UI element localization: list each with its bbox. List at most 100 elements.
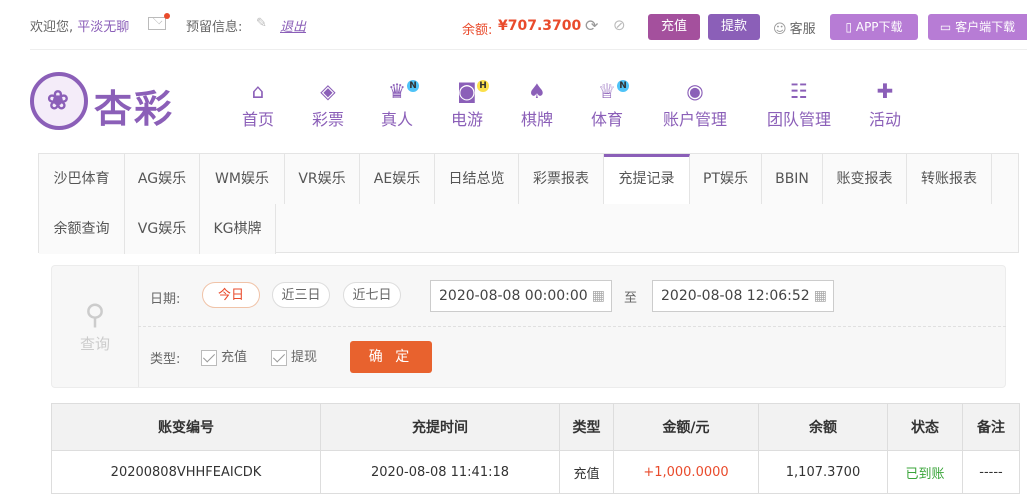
app-download-label: APP下载 — [855, 20, 903, 34]
start-date-value: 2020-08-08 00:00:00 — [439, 288, 588, 304]
refresh-icon[interactable]: ⟳ — [585, 16, 598, 35]
range-7days-button[interactable]: 近七日 — [343, 282, 401, 308]
nav-badge: H — [477, 80, 489, 92]
type-deposit-label: 充值 — [221, 350, 248, 365]
record-amount: +1,000.0000 — [613, 450, 759, 494]
report-tab[interactable]: WM娱乐 — [200, 154, 285, 204]
start-date-input[interactable]: 2020-08-08 00:00:00 ▦ — [430, 280, 612, 312]
report-tab[interactable]: AE娱乐 — [360, 154, 435, 204]
end-date-value: 2020-08-08 12:06:52 — [661, 288, 810, 304]
nav-badge: N — [617, 80, 629, 92]
monitor-icon: ▭ — [939, 20, 956, 34]
checkbox-box[interactable] — [201, 349, 217, 366]
nav-label: 电游 — [450, 110, 483, 129]
col-header: 金额/元 — [613, 403, 759, 451]
nav-label: 活动 — [868, 110, 901, 129]
range-3days-button[interactable]: 近三日 — [272, 282, 330, 308]
end-date-input[interactable]: 2020-08-08 12:06:52 ▦ — [652, 280, 834, 312]
type-withdraw-checkbox[interactable]: 提现 — [271, 346, 317, 366]
col-header: 充提时间 — [320, 403, 560, 451]
type-label: 类型: — [150, 352, 181, 367]
client-download-label: 客户端下载 — [955, 20, 1016, 34]
report-tab[interactable]: 彩票报表 — [519, 154, 604, 204]
headset-icon: ☺ — [773, 22, 787, 37]
nav-item[interactable]: ✚ 活动 — [867, 78, 903, 130]
records-table: 账变编号 充提时间 类型 金额/元 余额 状态 备注 20200808VHHFE… — [51, 403, 1020, 494]
record-id: 20200808VHHFEAICDK — [51, 450, 321, 494]
home-icon: ⌂ — [251, 79, 265, 103]
nav-label: 团队管理 — [766, 110, 831, 129]
col-header: 余额 — [758, 403, 888, 451]
report-tab[interactable]: 日结总览 — [435, 154, 519, 204]
range-today-button[interactable]: 今日 — [202, 282, 260, 308]
nav-item[interactable]: ◙ H 电游 — [449, 78, 489, 130]
withdraw-button[interactable]: 提款 — [708, 14, 760, 40]
row-separator — [138, 326, 1006, 327]
username-link[interactable]: 平淡无聊 — [77, 20, 129, 35]
checkbox-box[interactable] — [271, 349, 287, 366]
report-tabs: 沙巴体育 AG娱乐 WM娱乐 VR娱乐 AE娱乐 日结总览 彩票报表 充提记录 PT娱乐 BBIN… — [38, 153, 1019, 254]
app-download-button[interactable]: ▯ APP下载 — [830, 14, 918, 40]
nav-item[interactable]: ♛ N 真人 — [379, 78, 419, 130]
report-tab[interactable]: BBIN — [762, 154, 823, 204]
record-remark: ----- — [962, 450, 1020, 494]
reserve-info-label: 预留信息: — [186, 20, 243, 35]
nav-badge: N — [407, 80, 419, 92]
welcome-text: 欢迎您, 平淡无聊 — [30, 16, 129, 35]
col-header: 状态 — [887, 403, 963, 451]
table-row: 20200808VHHFEAICDK 2020-08-08 11:41:18 充… — [51, 450, 1020, 494]
edit-icon[interactable]: ✎ — [256, 16, 267, 31]
filter-panel: ⚲ 查询 日期: 今日 近三日 近七日 2020-08-08 00:00:00 … — [51, 265, 1006, 388]
report-tab[interactable]: 账变报表 — [823, 154, 907, 204]
record-balance: 1,107.3700 — [758, 450, 888, 494]
account-icon: ◉ — [686, 79, 704, 103]
search-icon: ⚲ — [84, 298, 106, 331]
to-label: 至 — [624, 291, 638, 306]
customer-service-label: 客服 — [789, 22, 816, 37]
deposit-button[interactable]: 充值 — [648, 14, 700, 40]
date-label: 日期: — [150, 292, 181, 307]
nav-item[interactable]: ◈ 彩票 — [310, 78, 346, 130]
nav-label: 棋牌 — [520, 110, 553, 129]
phone-icon: ▯ — [845, 20, 856, 34]
nav-item[interactable]: ♕ N 体育 — [589, 78, 629, 130]
client-download-button[interactable]: ▭ 客户端下载 — [928, 14, 1027, 40]
hide-balance-icon[interactable]: ⊘ — [613, 16, 626, 34]
calendar-icon[interactable]: ▦ — [814, 281, 827, 311]
customer-service-link[interactable]: ☺ 客服 — [773, 18, 816, 37]
report-tab[interactable]: AG娱乐 — [125, 154, 200, 204]
type-deposit-checkbox[interactable]: 充值 — [201, 346, 247, 366]
report-tab[interactable]: 余额查询 — [39, 204, 125, 254]
type-withdraw-label: 提现 — [291, 350, 318, 365]
nav-item[interactable]: ♠ 棋牌 — [519, 78, 555, 130]
report-tab[interactable]: 转账报表 — [907, 154, 992, 204]
lottery-icon: ◈ — [320, 79, 336, 103]
nav-label: 首页 — [241, 110, 274, 129]
balance-value: ¥707.3700 — [498, 18, 582, 34]
mail-icon[interactable] — [148, 13, 170, 30]
welcome-label: 欢迎您, — [30, 20, 74, 35]
site-logo[interactable]: ❀ 杏彩 — [30, 72, 180, 134]
top-bar: 欢迎您, 平淡无聊 预留信息: ✎ 退出 余额: ¥707.3700 ⟳ ⊘ 充… — [0, 0, 1027, 50]
confirm-button[interactable]: 确 定 — [350, 341, 432, 373]
nav-item[interactable]: ◉ 账户管理 — [660, 78, 730, 130]
nav-item[interactable]: ⌂ 首页 — [240, 78, 276, 130]
nav-label: 彩票 — [311, 110, 344, 129]
col-header: 类型 — [559, 403, 614, 451]
nav-item[interactable]: ☷ 团队管理 — [764, 78, 834, 130]
logout-link[interactable]: 退出 — [280, 16, 306, 35]
query-section: ⚲ 查询 — [52, 266, 139, 387]
report-tab[interactable]: 沙巴体育 — [39, 154, 125, 204]
cards-icon: ♠ — [528, 79, 546, 103]
table-header-row: 账变编号 充提时间 类型 金额/元 余额 状态 备注 — [51, 403, 1020, 451]
nav-label: 真人 — [380, 110, 413, 129]
logo-emblem: ❀ — [30, 72, 88, 130]
report-tab[interactable]: 充提记录 — [604, 154, 690, 204]
report-tab[interactable]: VR娱乐 — [285, 154, 360, 204]
calendar-icon[interactable]: ▦ — [592, 281, 605, 311]
report-tab[interactable]: PT娱乐 — [690, 154, 762, 204]
col-header: 账变编号 — [51, 403, 321, 451]
record-status: 已到账 — [887, 450, 963, 494]
report-tab[interactable]: KG棋牌 — [200, 204, 276, 254]
report-tab[interactable]: VG娱乐 — [125, 204, 200, 254]
